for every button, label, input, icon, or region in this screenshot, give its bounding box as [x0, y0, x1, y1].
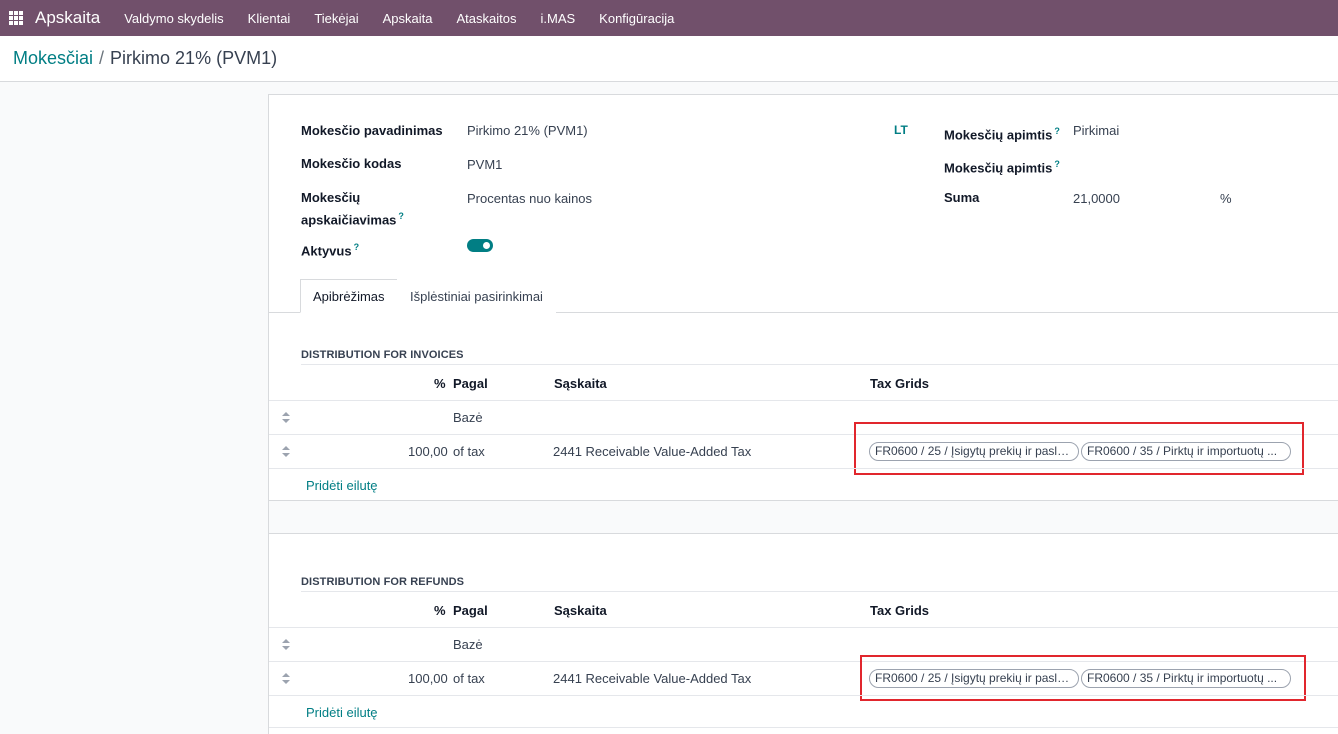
column-header-base[interactable]: Pagal — [453, 376, 488, 391]
nav-item-configuration[interactable]: Konfigūracija — [587, 11, 686, 26]
column-header-account[interactable]: Sąskaita — [554, 603, 607, 618]
tax-computation-label: Mokesčių apskaičiavimas? — [301, 189, 404, 229]
column-header-base[interactable]: Pagal — [453, 603, 488, 618]
tax-scope2-label-text: Mokesčių apimtis — [944, 160, 1053, 176]
nav-item-accounting[interactable]: Apskaita — [371, 11, 445, 26]
tax-code-label: Mokesčio kodas — [301, 156, 402, 171]
amount-field[interactable]: 21,0000 — [1073, 190, 1120, 208]
breadcrumb-parent[interactable]: Mokesčiai — [13, 48, 93, 69]
row-account-cell[interactable]: 2441 Receivable Value-Added Tax — [553, 671, 751, 686]
nav-item-reports[interactable]: Ataskaitos — [445, 11, 529, 26]
divider — [301, 364, 1338, 365]
refunds-section-title: DISTRIBUTION FOR REFUNDS — [301, 576, 465, 588]
row-base-cell[interactable]: Bazė — [453, 410, 483, 425]
breadcrumb-separator: / — [99, 48, 105, 68]
row-base-cell[interactable]: of tax — [453, 671, 485, 686]
column-header-account[interactable]: Sąskaita — [554, 376, 607, 391]
tax-scope-field[interactable]: Pirkimai — [1073, 122, 1119, 140]
nav-item-customers[interactable]: Klientai — [236, 11, 303, 26]
tax-scope-label-text: Mokesčių apimtis — [944, 127, 1053, 143]
help-icon[interactable]: ? — [1054, 159, 1060, 169]
column-header-percent[interactable]: % — [434, 376, 446, 391]
tax-computation-label-line1: Mokesčių — [301, 190, 361, 205]
column-header-tax-grids[interactable]: Tax Grids — [870, 603, 929, 618]
drag-handle-icon[interactable] — [282, 446, 290, 458]
tax-name-field[interactable]: Pirkimo 21% (PVM1) — [467, 122, 588, 140]
tab-definition[interactable]: Apibrėžimas — [300, 279, 398, 313]
divider — [269, 627, 1338, 628]
drag-handle-icon[interactable] — [282, 673, 290, 685]
tab-advanced-options[interactable]: Išplėstiniai pasirinkimai — [397, 279, 556, 313]
active-toggle[interactable] — [467, 239, 493, 252]
tax-computation-field[interactable]: Procentas nuo kainos — [467, 190, 592, 208]
active-label: Aktyvus? — [301, 238, 359, 260]
nav-item-imas[interactable]: i.MAS — [529, 11, 588, 26]
control-panel: Mokesčiai / Pirkimo 21% (PVM1) — [0, 36, 1338, 82]
tax-code-field[interactable]: PVM1 — [467, 156, 502, 174]
invoices-section-title: DISTRIBUTION FOR INVOICES — [301, 349, 464, 361]
column-header-tax-grids[interactable]: Tax Grids — [870, 376, 929, 391]
divider — [269, 695, 1338, 696]
divider — [269, 400, 1338, 401]
add-line-button[interactable]: Pridėti eilutę — [306, 705, 378, 720]
divider — [301, 591, 1338, 592]
amount-label: Suma — [944, 190, 980, 205]
add-line-button[interactable]: Pridėti eilutę — [306, 478, 378, 493]
help-icon[interactable]: ? — [354, 242, 360, 252]
divider — [269, 727, 1338, 728]
help-icon[interactable]: ? — [1054, 126, 1060, 136]
tax-scope2-label: Mokesčių apimtis? — [944, 155, 1060, 177]
row-percent-cell[interactable]: 100,00 — [408, 671, 448, 686]
nav-item-dashboard[interactable]: Valdymo skydelis — [112, 11, 235, 26]
tax-name-label: Mokesčio pavadinimas — [301, 123, 443, 138]
row-base-cell[interactable]: Bazė — [453, 637, 483, 652]
row-base-cell[interactable]: of tax — [453, 444, 485, 459]
top-navbar: Apskaita Valdymo skydelis Klientai Tiekė… — [0, 0, 1338, 36]
help-icon[interactable]: ? — [398, 211, 404, 221]
tax-scope-label: Mokesčių apimtis? — [944, 122, 1060, 144]
row-percent-cell[interactable]: 100,00 — [408, 444, 448, 459]
drag-handle-icon[interactable] — [282, 639, 290, 651]
language-button[interactable]: LT — [894, 123, 908, 137]
form-sheet: Mokesčio pavadinimas Pirkimo 21% (PVM1) … — [268, 94, 1338, 734]
active-label-text: Aktyvus — [301, 243, 352, 259]
nav-item-vendors[interactable]: Tiekėjai — [302, 11, 370, 26]
amount-unit: % — [1220, 191, 1232, 206]
row-account-cell[interactable]: 2441 Receivable Value-Added Tax — [553, 444, 751, 459]
tax-computation-label-line2: apskaičiavimas — [301, 212, 397, 228]
apps-menu-icon[interactable] — [9, 11, 23, 25]
column-header-percent[interactable]: % — [434, 603, 446, 618]
divider — [269, 468, 1338, 469]
app-brand[interactable]: Apskaita — [35, 8, 100, 28]
breadcrumb-current: Pirkimo 21% (PVM1) — [110, 48, 278, 68]
section-separator — [269, 500, 1338, 534]
drag-handle-icon[interactable] — [282, 412, 290, 424]
